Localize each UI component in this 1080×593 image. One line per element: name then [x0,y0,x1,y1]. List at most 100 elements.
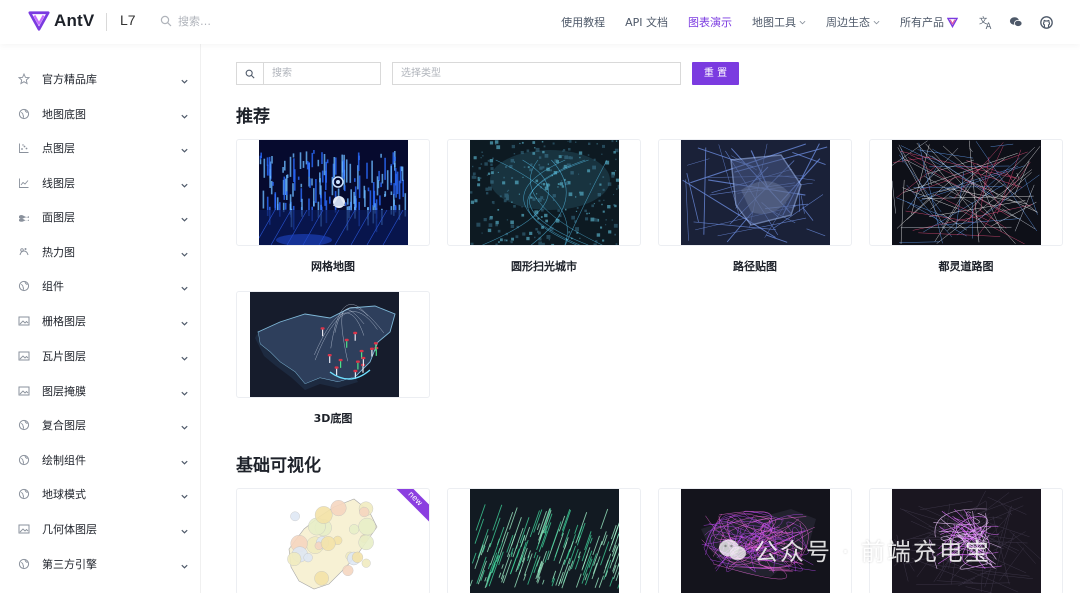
sidebar-item[interactable]: 复合图层 [0,408,200,442]
example-card[interactable] [869,139,1063,246]
section-title-basic: 基础可视化 [236,456,321,476]
search-icon [160,15,172,27]
global-search-placeholder: 搜索… [178,15,211,28]
sidebar-item-label: 图层掩膜 [42,385,86,398]
sidebar-item[interactable]: 地球模式 [0,477,200,511]
chevron-down-icon [873,20,880,24]
sidebar-item[interactable]: 栅格图层 [0,304,200,338]
chevron-down-icon [180,213,189,222]
sidebar-item-label: 地球模式 [42,488,86,501]
star-icon [17,72,31,85]
chevron-down-icon [180,560,189,569]
sidebar-item[interactable]: 面图层 [0,200,200,234]
example-card-title[interactable]: 路径贴图 [658,258,852,274]
chevron-down-icon [180,387,189,396]
globe-icon [18,454,30,466]
heat-icon [18,246,30,258]
nav-api-docs[interactable]: API 文档 [625,14,668,30]
antv-logo[interactable]: AntV [28,10,94,32]
sidebar-item[interactable]: 官方精品库 [0,62,200,96]
example-thumbnail [891,140,1041,245]
sidebar-item[interactable]: 第三方引擎 [0,547,200,581]
wechat-icon[interactable] [1008,14,1024,30]
chevron-down-icon [180,456,189,465]
sidebar-item[interactable]: 热力图 [0,235,200,269]
svg-text:A: A [985,21,991,30]
sidebar-item[interactable]: 点图层 [0,131,200,165]
chevron-down-icon [180,110,189,119]
nav-label: 所有产品 [900,16,944,29]
antv-products-icon [947,17,958,28]
chevron-down-icon [180,490,189,499]
example-card-title[interactable]: 都灵道路图 [869,258,1063,274]
search-button[interactable] [237,63,264,84]
nav-all-products[interactable]: 所有产品 [900,14,958,30]
example-card[interactable] [447,488,641,593]
reset-button[interactable]: 重 置 [692,62,739,85]
chevron-down-icon [799,20,806,24]
chevron-down-icon [180,525,189,534]
image-icon [18,523,30,535]
sidebar-item[interactable]: 图层掩膜 [0,374,200,408]
sidebar-item[interactable]: 绘制组件 [0,443,200,477]
chevron-down-icon [180,421,189,430]
image-icon [18,350,30,362]
sidebar-item[interactable]: 组件 [0,269,200,303]
example-card[interactable] [658,139,852,246]
sidebar-item-label: 瓦片图层 [42,350,86,363]
chevron-down-icon [180,282,189,291]
area-icon [18,211,30,223]
example-card[interactable] [236,139,430,246]
example-card-title[interactable]: 圆形扫光城市 [447,258,641,274]
nav-label: API 文档 [625,16,668,29]
sidebar-item[interactable]: 几何体图层 [0,512,200,546]
nav-label: 图表演示 [688,16,732,29]
sidebar-item[interactable]: 地图底图 [0,97,200,131]
nav-tutorial[interactable]: 使用教程 [561,14,605,30]
sidebar-item-label: 栅格图层 [42,315,86,328]
sidebar: 官方精品库地图底图点图层线图层面图层热力图组件栅格图层瓦片图层图层掩膜复合图层绘… [0,44,201,593]
scatter-icon [18,142,30,154]
image-icon [18,385,30,397]
sidebar-item-label: 官方精品库 [42,73,97,86]
globe-icon [18,419,30,431]
example-card[interactable] [447,139,641,246]
chevron-down-icon [180,144,189,153]
example-thumbnail [238,140,408,245]
sidebar-item-label: 热力图 [42,246,75,259]
sidebar-item[interactable]: 瓦片图层 [0,339,200,373]
section-title-recommended: 推荐 [236,107,270,127]
nav-examples[interactable]: 图表演示 [688,14,732,30]
sidebar-item-label: 几何体图层 [42,523,97,536]
nav-ecosystem[interactable]: 周边生态 [826,14,880,30]
sidebar-item-label: 面图层 [42,211,75,224]
global-search[interactable]: 搜索… [160,13,211,29]
line-chart-icon [18,177,30,189]
nav-label: 周边生态 [826,16,870,29]
example-thumbnail [470,140,622,245]
sidebar-item-label: 点图层 [42,142,75,155]
chevron-down-icon [180,352,189,361]
logo-text: AntV [54,11,95,30]
chevron-down-icon [180,248,189,257]
globe-icon [18,280,30,292]
example-card[interactable]: new [236,488,430,593]
nav-map-tools[interactable]: 地图工具 [752,14,806,30]
example-card[interactable] [236,291,430,398]
github-icon[interactable] [1038,14,1054,30]
sidebar-item-label: 组件 [42,280,64,293]
example-card-title[interactable]: 网格地图 [236,258,430,274]
antv-logo-icon [28,11,50,31]
sidebar-item[interactable]: 线图层 [0,166,200,200]
example-search-input[interactable]: 搜索 [236,62,381,85]
nav-label: 使用教程 [561,16,606,29]
example-card-title[interactable]: 3D底图 [236,410,430,426]
type-select[interactable]: 选择类型 [392,62,681,85]
image-icon [18,315,30,327]
sidebar-item-label: 第三方引擎 [42,558,97,571]
translate-icon[interactable]: 文A [978,14,994,30]
product-name: L7 [120,12,136,28]
watermark: 公众号 · 前端充电宝 [718,532,991,567]
top-nav: 使用教程 API 文档 图表演示 地图工具 周边生态 所有产品 文A [561,0,1080,44]
example-thumbnail [250,292,399,397]
